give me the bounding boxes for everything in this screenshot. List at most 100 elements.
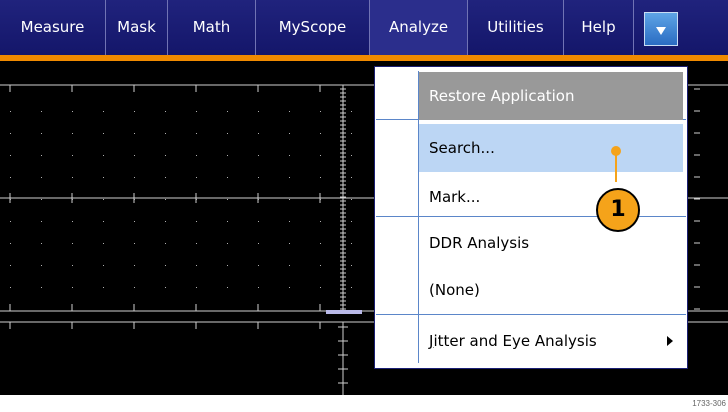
graticule-dot bbox=[258, 287, 259, 288]
graticule-dot bbox=[351, 243, 352, 244]
menu-mask[interactable]: Mask bbox=[106, 0, 168, 55]
graticule-dot bbox=[289, 287, 290, 288]
down-triangle-icon bbox=[656, 27, 666, 35]
graticule-dot bbox=[320, 199, 321, 200]
graticule-dot bbox=[258, 221, 259, 222]
analyze-dropdown-menu: Restore Application Search... Mark... DD… bbox=[374, 66, 688, 369]
graticule-dot bbox=[41, 111, 42, 112]
graticule-dot bbox=[289, 133, 290, 134]
menu-measure[interactable]: Measure bbox=[0, 0, 106, 55]
graticule-dot bbox=[196, 133, 197, 134]
graticule-dot bbox=[227, 221, 228, 222]
graticule-dot bbox=[258, 133, 259, 134]
graticule-dot bbox=[227, 111, 228, 112]
graticule-dot bbox=[351, 221, 352, 222]
graticule-dot bbox=[351, 133, 352, 134]
graticule-dot bbox=[103, 133, 104, 134]
graticule-dot bbox=[289, 243, 290, 244]
graticule-dot bbox=[41, 199, 42, 200]
menu-item-ddr-analysis[interactable]: DDR Analysis bbox=[419, 219, 683, 267]
graticule-dot bbox=[289, 221, 290, 222]
menu-analyze[interactable]: Analyze bbox=[370, 0, 468, 55]
graticule-dot bbox=[351, 199, 352, 200]
graticule-dot bbox=[165, 177, 166, 178]
graticule-dot bbox=[227, 265, 228, 266]
menu-item-jitter-and-eye-analysis[interactable]: Jitter and Eye Analysis bbox=[419, 317, 683, 365]
graticule-dot bbox=[320, 265, 321, 266]
graticule-dot bbox=[289, 265, 290, 266]
graticule-dot bbox=[320, 243, 321, 244]
graticule-dot bbox=[103, 265, 104, 266]
graticule-dot bbox=[165, 133, 166, 134]
graticule-dot bbox=[72, 177, 73, 178]
graticule-dot bbox=[258, 177, 259, 178]
graticule-dot bbox=[196, 111, 197, 112]
graticule-dot bbox=[72, 265, 73, 266]
graticule-dot bbox=[10, 199, 11, 200]
menu-dropdown-button[interactable] bbox=[644, 12, 678, 46]
graticule-dot bbox=[10, 155, 11, 156]
graticule-dot bbox=[289, 199, 290, 200]
graticule-dot bbox=[227, 243, 228, 244]
graticule-dot bbox=[41, 243, 42, 244]
oscilloscope-screen: Measure Mask Math MyScope Analyze Utilit… bbox=[0, 0, 728, 395]
graticule-dot bbox=[72, 243, 73, 244]
graticule-dot bbox=[134, 221, 135, 222]
graticule-dot bbox=[196, 177, 197, 178]
graticule-dot bbox=[351, 111, 352, 112]
graticule-dot bbox=[165, 111, 166, 112]
menu-item-search[interactable]: Search... bbox=[419, 124, 683, 172]
graticule-dot bbox=[103, 243, 104, 244]
graticule-dot bbox=[72, 287, 73, 288]
graticule-dot bbox=[72, 111, 73, 112]
figure-id-label: 1733-306 bbox=[692, 399, 726, 408]
graticule-dot bbox=[10, 265, 11, 266]
graticule-dot bbox=[41, 177, 42, 178]
graticule-dot bbox=[289, 111, 290, 112]
graticule-dot bbox=[289, 155, 290, 156]
menu-utilities[interactable]: Utilities bbox=[468, 0, 564, 55]
graticule-dot bbox=[289, 177, 290, 178]
menu-item-mark[interactable]: Mark... bbox=[419, 173, 683, 221]
graticule-dot bbox=[351, 287, 352, 288]
graticule-dot bbox=[320, 221, 321, 222]
graticule-dot bbox=[196, 265, 197, 266]
callout-number-badge: 1 bbox=[596, 188, 640, 232]
graticule-dot bbox=[103, 287, 104, 288]
graticule-dot bbox=[258, 111, 259, 112]
menu-math[interactable]: Math bbox=[168, 0, 256, 55]
graticule-dot bbox=[134, 265, 135, 266]
graticule-dot bbox=[165, 287, 166, 288]
graticule-dot bbox=[351, 177, 352, 178]
graticule-dot bbox=[103, 221, 104, 222]
menu-item-none[interactable]: (None) bbox=[419, 266, 683, 314]
callout-leader-line bbox=[615, 152, 617, 182]
submenu-arrow-icon bbox=[667, 336, 673, 346]
reference-marker bbox=[326, 310, 362, 314]
graticule-dot bbox=[134, 199, 135, 200]
graticule-dot bbox=[320, 177, 321, 178]
graticule-dot bbox=[227, 133, 228, 134]
menu-bar: Measure Mask Math MyScope Analyze Utilit… bbox=[0, 0, 728, 55]
graticule-dot bbox=[10, 111, 11, 112]
callout-pointer-dot bbox=[611, 146, 621, 156]
graticule-dot bbox=[165, 155, 166, 156]
graticule-dot bbox=[227, 155, 228, 156]
graticule-dot bbox=[10, 221, 11, 222]
menu-separator bbox=[376, 314, 686, 315]
menu-help[interactable]: Help bbox=[564, 0, 634, 55]
graticule-dot bbox=[351, 265, 352, 266]
graticule-dot bbox=[258, 155, 259, 156]
graticule-dot bbox=[134, 133, 135, 134]
graticule-dot bbox=[134, 287, 135, 288]
graticule-dot bbox=[10, 177, 11, 178]
graticule-dot bbox=[196, 199, 197, 200]
graticule-dot bbox=[320, 111, 321, 112]
menu-myscope[interactable]: MyScope bbox=[256, 0, 370, 55]
graticule-dot bbox=[72, 155, 73, 156]
graticule-dot bbox=[320, 133, 321, 134]
graticule-dot bbox=[227, 177, 228, 178]
graticule-dot bbox=[196, 287, 197, 288]
graticule-dot bbox=[134, 155, 135, 156]
graticule-dot bbox=[165, 199, 166, 200]
